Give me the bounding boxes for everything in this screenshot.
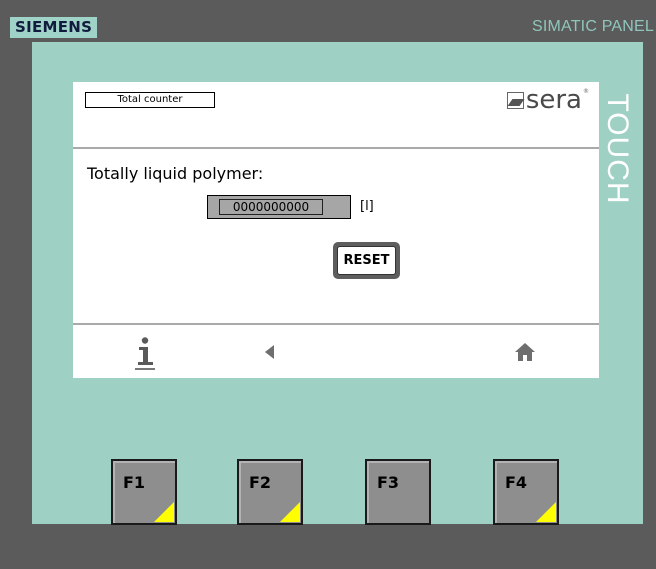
touch-label: TOUCH — [597, 84, 637, 214]
f2-key-label: F2 — [249, 473, 272, 492]
counter-value: 0000000000 — [219, 199, 323, 215]
reset-button-label: RESET — [337, 246, 396, 275]
f1-key-label: F1 — [123, 473, 146, 492]
counter-display: 0000000000 — [207, 195, 351, 219]
sera-logo-mark-icon — [506, 91, 524, 109]
footer-divider — [73, 323, 599, 325]
triangle-left-icon[interactable] — [262, 344, 276, 360]
key-corner-triangle-icon — [280, 502, 300, 522]
sera-logo: sera ® — [506, 85, 589, 115]
screen-title: Total counter — [85, 92, 215, 108]
f1-key[interactable]: F1 — [111, 459, 177, 525]
f3-key-label: F3 — [377, 473, 400, 492]
siemens-logo: SIEMENS — [10, 17, 98, 38]
touch-text: TOUCH — [601, 93, 634, 205]
f4-key[interactable]: F4 — [493, 459, 559, 525]
f4-key-label: F4 — [505, 473, 528, 492]
registered-mark: ® — [583, 88, 589, 95]
home-icon[interactable] — [514, 342, 536, 362]
reset-button[interactable]: RESET — [333, 242, 400, 279]
unit-label: [l] — [360, 199, 374, 214]
key-corner-triangle-icon — [154, 502, 174, 522]
sera-logo-text: sera — [525, 85, 582, 115]
f3-key[interactable]: F3 — [365, 459, 431, 525]
f2-key[interactable]: F2 — [237, 459, 303, 525]
info-icon[interactable] — [134, 337, 156, 371]
panel-model-label: SIMATIC PANEL — [531, 18, 654, 35]
header-divider — [73, 147, 599, 149]
key-corner-triangle-icon — [536, 502, 556, 522]
hmi-screen: Total counter sera ® Totally liquid poly… — [73, 82, 599, 378]
polymer-total-label: Totally liquid polymer: — [87, 164, 264, 183]
